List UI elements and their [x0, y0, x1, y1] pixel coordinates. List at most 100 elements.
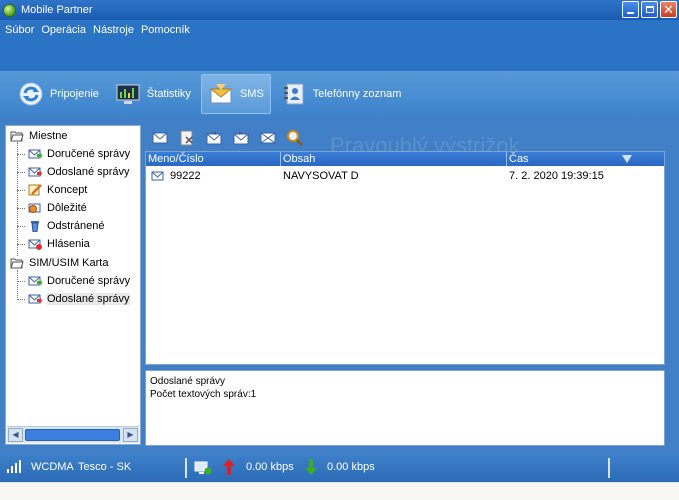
tree-item-label: Doručené správy — [47, 275, 131, 287]
tree-group-local[interactable]: Miestne — [10, 130, 68, 142]
tab-phonebook[interactable]: Telefónny zoznam — [275, 74, 408, 114]
tree-item-local-sent[interactable]: Odoslané správy — [17, 166, 130, 178]
message-panel: Pravouhlý výstrižok Meno/Číslo Obsah Čas… — [145, 125, 666, 446]
status-bar: WCDMA Tesco - SK 0.00 kbps 0.00 kbps — [0, 454, 679, 482]
connection-icon — [18, 81, 44, 107]
folder-open-icon — [10, 257, 24, 269]
signal-strength-icon — [6, 460, 24, 477]
mark-button[interactable] — [258, 129, 278, 147]
tree-item-label: Doručené správy — [47, 148, 131, 160]
report-icon — [28, 238, 42, 250]
window-title: Mobile Partner — [21, 4, 93, 16]
search-icon — [287, 130, 303, 146]
network-type: WCDMA — [31, 461, 74, 473]
close-button[interactable]: ✕ — [660, 1, 677, 18]
tree-horizontal-scrollbar[interactable]: ◀ ▶ — [7, 426, 139, 443]
scroll-thumb[interactable] — [25, 429, 120, 441]
statistics-icon — [115, 81, 141, 107]
tree-group-sim[interactable]: SIM/USIM Karta — [10, 257, 108, 269]
tree-item-draft[interactable]: Koncept — [17, 184, 88, 196]
column-header-time[interactable]: Čas — [507, 152, 664, 166]
minimize-icon — [627, 12, 634, 14]
table-row[interactable]: 99222 NAVYSOVAT D 7. 2. 2020 19:39:15 — [146, 168, 664, 184]
tree-item-reports[interactable]: Hlásenia — [17, 238, 90, 250]
app-logo-icon — [3, 3, 16, 17]
download-arrow-icon — [305, 459, 317, 478]
message-list: Meno/Číslo Obsah Čas 99222 NAVYSOVAT D 7… — [145, 151, 665, 365]
tab-sms[interactable]: SMS — [200, 74, 271, 114]
message-info-panel: Odoslané správy Počet textových správ:1 — [145, 370, 665, 446]
sms-icon — [208, 81, 234, 107]
minimize-button[interactable] — [622, 1, 639, 18]
main-area: Miestne Doručené správy Odoslané správy … — [0, 117, 679, 454]
sent-mail-icon — [28, 293, 42, 305]
forward-button[interactable] — [231, 129, 251, 147]
message-toolbar: Pravouhlý výstrižok — [145, 125, 666, 158]
menu-help[interactable]: Pomocník — [141, 24, 190, 36]
title-bar: Mobile Partner ✕ — [0, 0, 679, 20]
sent-mail-icon — [28, 166, 42, 178]
operator-name: Tesco - SK — [78, 461, 132, 473]
message-list-header: Meno/Číslo Obsah Čas — [146, 152, 664, 166]
tree-item-label: Hlásenia — [47, 238, 90, 250]
tree-item-label: Koncept — [47, 184, 88, 196]
tab-connection-label: Pripojenie — [50, 88, 99, 100]
new-message-button[interactable] — [150, 129, 170, 147]
tree-item-local-inbox[interactable]: Doručené správy — [17, 148, 131, 160]
column-header-number[interactable]: Meno/Číslo — [146, 152, 281, 166]
menu-tools[interactable]: Nástroje — [93, 24, 134, 36]
tree-item-label: Dôležité — [47, 202, 87, 214]
new-message-icon — [152, 132, 168, 144]
tree-item-important[interactable]: Dôležité — [17, 202, 87, 214]
trash-icon — [28, 220, 42, 233]
tree-item-label: Odoslané správy — [47, 293, 130, 305]
important-icon — [28, 202, 42, 214]
bottom-strip — [0, 482, 679, 500]
mail-mark-icon — [260, 132, 276, 144]
tab-sms-label: SMS — [239, 88, 264, 100]
column-header-content[interactable]: Obsah — [281, 152, 507, 166]
inbox-mail-icon — [28, 275, 42, 287]
tab-statistics[interactable]: Štatistiky — [109, 74, 197, 114]
message-number: 99222 — [170, 170, 201, 182]
main-toolbar: Pripojenie Štatistiky SMS Telefónny zozn… — [0, 71, 679, 117]
tree-item-sim-inbox[interactable]: Doručené správy — [17, 275, 131, 287]
info-folder: Odoslané správy — [150, 376, 226, 387]
folder-open-icon — [10, 130, 24, 142]
tree-line — [17, 270, 18, 300]
scroll-right-button[interactable]: ▶ — [123, 428, 138, 442]
message-content: NAVYSOVAT D — [283, 170, 359, 182]
delete-message-button[interactable] — [177, 129, 197, 147]
tree-item-deleted[interactable]: Odstránené — [17, 220, 105, 233]
menu-file[interactable]: Súbor — [5, 24, 34, 36]
tree-item-label: Odstránené — [47, 220, 105, 232]
menu-operation[interactable]: Operácia — [41, 24, 86, 36]
tab-phonebook-label: Telefónny zoznam — [312, 88, 402, 100]
folder-tree: Miestne Doručené správy Odoslané správy … — [5, 125, 141, 445]
search-button[interactable] — [285, 129, 305, 147]
reply-mail-icon — [206, 131, 222, 145]
tree-group-label: Miestne — [29, 130, 68, 142]
scroll-left-button[interactable]: ◀ — [8, 428, 23, 442]
maximize-icon — [646, 6, 654, 13]
menu-bar: Súbor Operácia Nástroje Pomocník — [0, 20, 197, 40]
message-icon — [151, 170, 165, 182]
message-time: 7. 2. 2020 19:39:15 — [509, 170, 604, 182]
forward-mail-icon — [233, 131, 249, 145]
phonebook-icon — [281, 81, 307, 107]
close-icon: ✕ — [663, 2, 674, 17]
download-speed: 0.00 kbps — [327, 461, 375, 473]
inbox-mail-icon — [28, 148, 42, 160]
tab-connection[interactable]: Pripojenie — [12, 74, 105, 114]
reply-button[interactable] — [204, 129, 224, 147]
maximize-button[interactable] — [641, 1, 658, 18]
info-count: Počet textových správ:1 — [150, 389, 257, 400]
tree-item-sim-sent[interactable]: Odoslané správy — [17, 293, 130, 305]
tab-statistics-label: Štatistiky — [146, 88, 191, 100]
upload-speed: 0.00 kbps — [246, 461, 294, 473]
network-computer-icon — [194, 460, 212, 479]
upload-arrow-icon — [223, 459, 235, 478]
delete-document-icon — [180, 130, 193, 146]
tree-group-label: SIM/USIM Karta — [29, 257, 109, 269]
sort-descending-icon — [622, 155, 632, 163]
